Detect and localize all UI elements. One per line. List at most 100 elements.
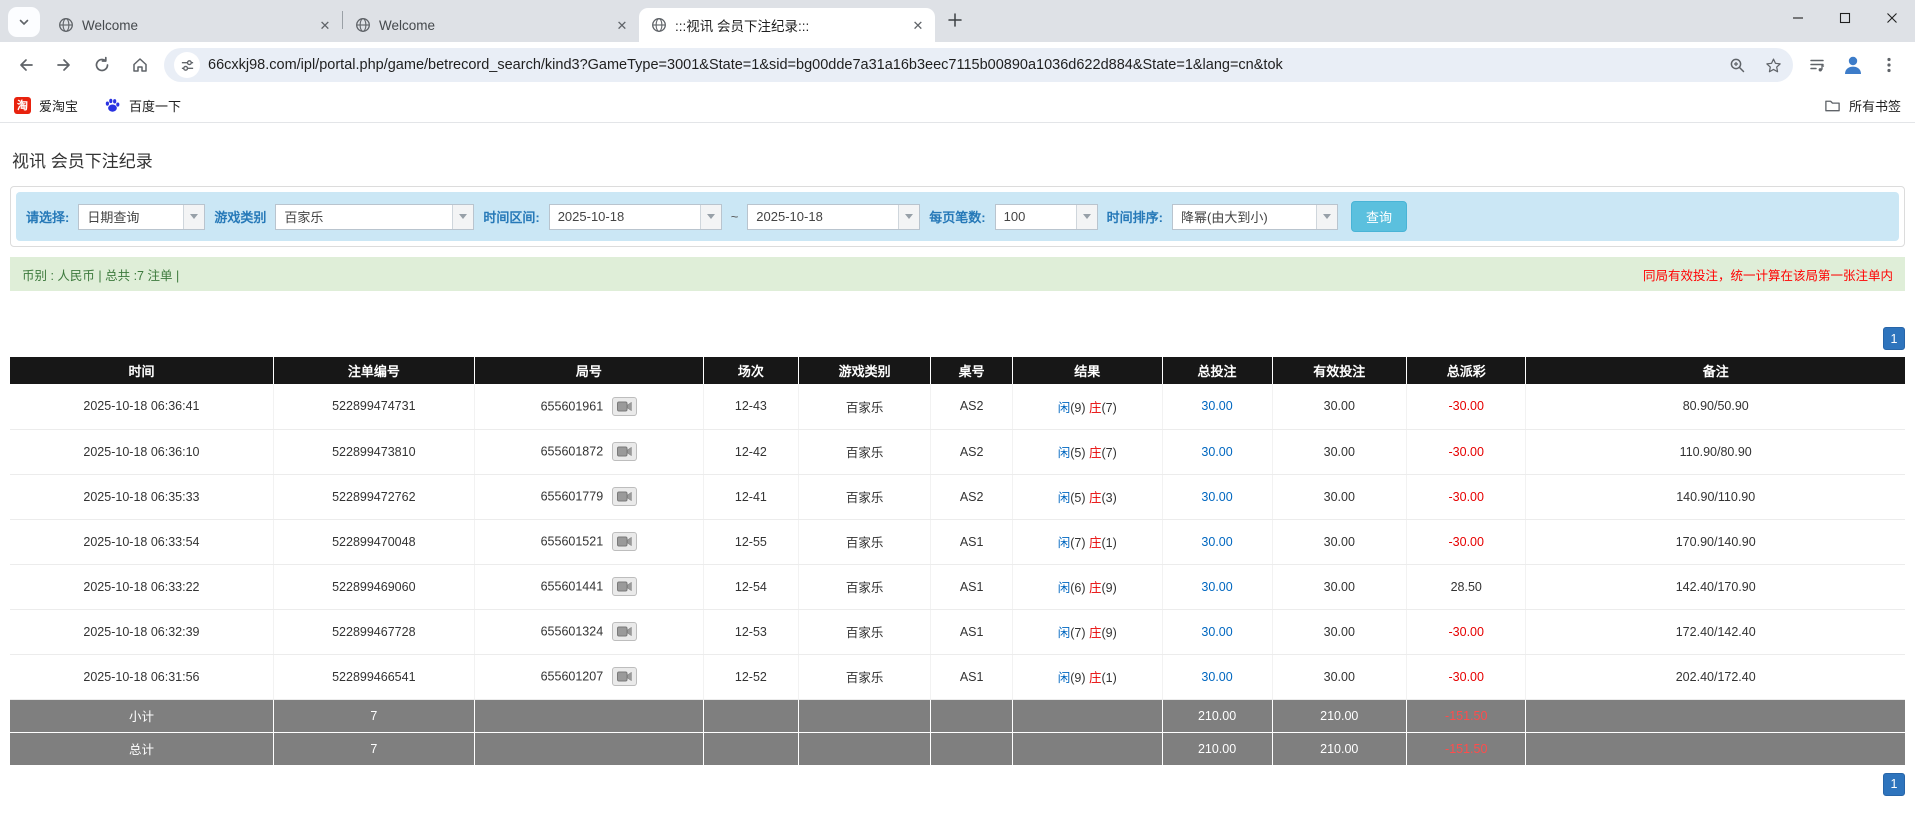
media-controls-button[interactable] [1799, 47, 1835, 83]
reload-icon [93, 56, 111, 74]
page-size-select[interactable]: 100 [995, 204, 1098, 230]
total-bet-link[interactable]: 30.00 [1201, 490, 1232, 504]
cell-round: 655601324 [474, 609, 703, 654]
round-number: 655601872 [541, 445, 604, 459]
column-header: 时间 [10, 357, 273, 384]
chevron-down-icon [898, 205, 919, 229]
video-replay-button[interactable] [612, 622, 637, 641]
summary-empty-cell [798, 732, 931, 765]
browser-toolbar: 66cxkj98.com/ipl/portal.php/game/betreco… [0, 42, 1915, 88]
tab-close-button[interactable]: ✕ [909, 16, 927, 34]
search-button[interactable]: 查询 [1351, 201, 1407, 232]
total-bet-link[interactable]: 30.00 [1201, 399, 1232, 413]
forward-arrow-icon [55, 56, 73, 74]
cell-payout: -30.00 [1407, 609, 1526, 654]
result-banker-points: (1) [1102, 671, 1117, 685]
result-player-label: 闲 [1058, 626, 1071, 640]
bookmark-label: 百度一下 [129, 96, 181, 115]
page-1-button[interactable]: 1 [1883, 327, 1905, 350]
reload-button[interactable] [84, 47, 120, 83]
back-button[interactable] [8, 47, 44, 83]
forward-button[interactable] [46, 47, 82, 83]
address-bar[interactable]: 66cxkj98.com/ipl/portal.php/game/betreco… [164, 48, 1793, 82]
result-banker-points: (7) [1102, 446, 1117, 460]
result-banker-label: 庄 [1089, 626, 1102, 640]
round-number: 655601324 [541, 625, 604, 639]
summary-empty-cell [474, 732, 703, 765]
game-type-select[interactable]: 百家乐 [275, 204, 474, 230]
total-bet-link[interactable]: 30.00 [1201, 670, 1232, 684]
total-bet-link[interactable]: 30.00 [1201, 535, 1232, 549]
cell-session: 12-41 [704, 474, 799, 519]
cell-result: 闲(7) 庄(1) [1012, 519, 1162, 564]
result-banker-label: 庄 [1089, 581, 1102, 595]
result-player-points: (5) [1070, 491, 1089, 505]
page-1-button[interactable]: 1 [1883, 773, 1905, 796]
zoom-button[interactable] [1723, 51, 1751, 79]
new-tab-button[interactable] [941, 6, 969, 34]
total-bet-link[interactable]: 30.00 [1201, 625, 1232, 639]
column-header: 局号 [474, 357, 703, 384]
cell-payout: -30.00 [1407, 654, 1526, 699]
cell-remark: 170.90/140.90 [1526, 519, 1905, 564]
all-bookmarks-button[interactable]: 所有书签 [1824, 96, 1901, 115]
date-from-select[interactable]: 2025-10-18 [549, 204, 722, 230]
pagination-top: 1 [10, 327, 1905, 350]
result-banker-label: 庄 [1089, 536, 1102, 550]
tab-search-button[interactable] [8, 7, 40, 37]
cell-remark: 172.40/142.40 [1526, 609, 1905, 654]
cell-remark: 202.40/172.40 [1526, 654, 1905, 699]
cell-session: 12-55 [704, 519, 799, 564]
site-info-button[interactable] [174, 52, 200, 78]
browser-menu-button[interactable] [1871, 47, 1907, 83]
home-button[interactable] [122, 47, 158, 83]
time-sort-label: 时间排序: [1107, 207, 1163, 226]
subtotal-row: 小计7210.00210.00-151.50 [10, 699, 1905, 732]
summary-remark [1526, 732, 1905, 765]
result-banker-points: (3) [1102, 491, 1117, 505]
time-sort-select[interactable]: 降幂(由大到小) [1172, 204, 1338, 230]
video-replay-button[interactable] [612, 487, 637, 506]
total-bet-link[interactable]: 30.00 [1201, 445, 1232, 459]
cell-payout: 28.50 [1407, 564, 1526, 609]
column-header: 总派彩 [1407, 357, 1526, 384]
cell-payout: -30.00 [1407, 519, 1526, 564]
tab-title: Welcome [379, 18, 605, 33]
window-close-button[interactable] [1868, 0, 1915, 36]
window-minimize-button[interactable] [1774, 0, 1821, 36]
video-replay-button[interactable] [612, 667, 637, 686]
video-replay-button[interactable] [612, 532, 637, 551]
video-replay-button[interactable] [612, 442, 637, 461]
cell-total-bet: 30.00 [1162, 519, 1272, 564]
back-arrow-icon [17, 56, 35, 74]
tab-welcome-2[interactable]: Welcome ✕ [343, 8, 639, 42]
tab-close-button[interactable]: ✕ [316, 16, 334, 34]
column-header: 结果 [1012, 357, 1162, 384]
total-bet-link[interactable]: 30.00 [1201, 580, 1232, 594]
column-header: 桌号 [931, 357, 1012, 384]
video-replay-button[interactable] [612, 397, 637, 416]
profile-avatar-button[interactable] [1837, 49, 1869, 81]
bookmark-taobao[interactable]: 淘 爱淘宝 [14, 96, 78, 115]
tab-bet-record-active[interactable]: :::视讯 会员下注纪录::: ✕ [639, 8, 935, 42]
round-number: 655601207 [541, 670, 604, 684]
date-to-select[interactable]: 2025-10-18 [747, 204, 920, 230]
result-banker-label: 庄 [1089, 401, 1102, 415]
cell-payout: -30.00 [1407, 429, 1526, 474]
round-number: 655601779 [541, 490, 604, 504]
tab-close-button[interactable]: ✕ [613, 16, 631, 34]
column-header: 游戏类别 [798, 357, 931, 384]
video-replay-button[interactable] [612, 577, 637, 596]
game-type-value: 百家乐 [276, 205, 452, 229]
query-type-select[interactable]: 日期查询 [78, 204, 205, 230]
date-from-value: 2025-10-18 [550, 205, 700, 229]
bookmark-star-button[interactable] [1759, 51, 1787, 79]
globe-icon [651, 17, 667, 33]
cell-valid-bet: 30.00 [1272, 519, 1407, 564]
window-maximize-button[interactable] [1821, 0, 1868, 36]
table-header-row: 时间注单编号局号场次游戏类别桌号结果总投注有效投注总派彩备注 [10, 357, 1905, 384]
cell-round: 655601441 [474, 564, 703, 609]
bookmark-baidu[interactable]: 百度一下 [104, 96, 181, 115]
cell-total-bet: 30.00 [1162, 474, 1272, 519]
tab-welcome-1[interactable]: Welcome ✕ [46, 8, 342, 42]
